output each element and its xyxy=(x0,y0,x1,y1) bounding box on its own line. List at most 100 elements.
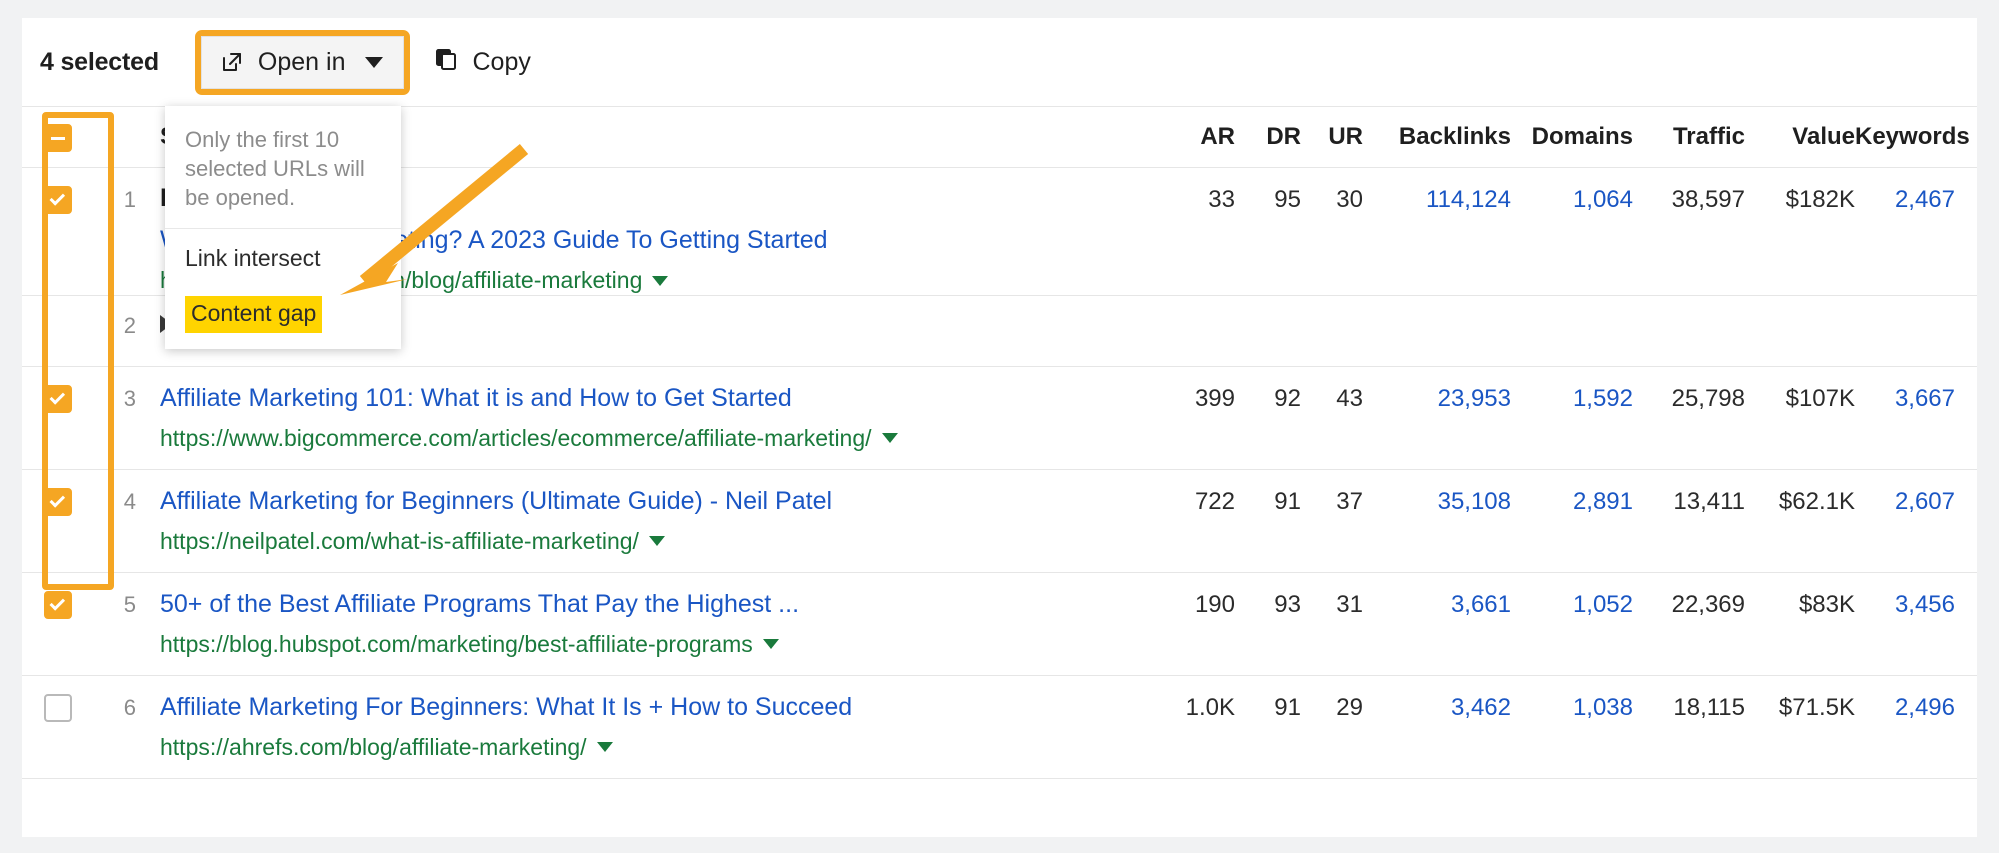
cell-backlinks[interactable]: 114,124 xyxy=(1363,184,1511,214)
header-backlinks[interactable]: Backlinks xyxy=(1363,123,1511,151)
url-dropdown-caret-icon[interactable] xyxy=(652,275,669,286)
result-url-text: https://ahrefs.com/blog/affiliate-market… xyxy=(160,733,587,760)
copy-button[interactable]: Copy xyxy=(428,37,536,88)
cell-keywords[interactable]: 2,467 xyxy=(1855,184,1977,214)
row-content: 50+ of the Best Affiliate Programs That … xyxy=(136,589,1161,659)
open-in-button[interactable]: Open in xyxy=(200,35,405,89)
cell-ur: 29 xyxy=(1336,693,1363,721)
cell-value: $62.1K xyxy=(1778,487,1855,515)
cell-domains[interactable]: 1,038 xyxy=(1511,692,1633,722)
result-title-link[interactable]: Affiliate Marketing For Beginners: What … xyxy=(160,693,852,721)
check-icon xyxy=(49,388,66,405)
cell-ur: 43 xyxy=(1336,384,1363,412)
url-dropdown-caret-icon[interactable] xyxy=(648,536,665,547)
cell-ar xyxy=(1161,310,1235,312)
cell-keywords xyxy=(1855,310,1977,312)
menu-item-link-intersect[interactable]: Link intersect xyxy=(165,229,401,280)
row-checkbox[interactable] xyxy=(44,693,72,722)
cell-keywords[interactable]: 3,667 xyxy=(1855,383,1977,413)
header-ar[interactable]: AR xyxy=(1161,123,1235,151)
cell-keywords[interactable]: 2,496 xyxy=(1855,692,1977,722)
result-title-link[interactable]: Affiliate Marketing 101: What it is and … xyxy=(160,384,792,412)
header-dr[interactable]: DR xyxy=(1235,123,1301,151)
open-in-label: Open in xyxy=(257,47,346,76)
cell-backlinks[interactable]: 35,108 xyxy=(1363,486,1511,516)
cell-keywords[interactable]: 3,456 xyxy=(1855,589,1977,619)
cell-backlinks xyxy=(1363,310,1511,312)
result-url[interactable]: https://ahrefs.com/blog/affiliate-market… xyxy=(160,734,1161,762)
result-title-link[interactable]: Affiliate Marketing for Beginners (Ultim… xyxy=(160,487,832,515)
cell-value xyxy=(1745,310,1855,312)
cell-backlinks[interactable]: 3,661 xyxy=(1363,589,1511,619)
row-content: Affiliate Marketing for Beginners (Ultim… xyxy=(136,486,1161,556)
copy-icon xyxy=(434,47,458,78)
cell-ar: 190 xyxy=(1194,590,1235,618)
page-gutter-right xyxy=(1977,0,1999,853)
cell-ar: 1.0K xyxy=(1185,693,1235,721)
row-position: 4 xyxy=(123,488,136,514)
cell-dr: 91 xyxy=(1274,487,1301,515)
check-icon xyxy=(49,491,66,508)
cell-dr: 93 xyxy=(1274,590,1301,618)
check-icon xyxy=(49,190,66,206)
row-position: 6 xyxy=(123,694,136,720)
menu-item-content-gap[interactable]: Content gap xyxy=(165,280,401,347)
bulk-actions-toolbar: 4 selected Open in Copy xyxy=(22,18,1977,106)
cell-traffic: 13,411 xyxy=(1673,487,1745,515)
row-select-cell xyxy=(22,310,94,312)
row-checkbox[interactable] xyxy=(44,590,72,619)
table-row: 6 Affiliate Marketing For Beginners: Wha… xyxy=(22,676,1977,779)
header-traffic[interactable]: Traffic xyxy=(1633,123,1745,151)
row-checkbox[interactable] xyxy=(44,384,72,413)
screenshot-root: 4 selected Open in Copy AR DR UR Backlin… xyxy=(0,0,1999,853)
result-title-link[interactable]: 50+ of the Best Affiliate Programs That … xyxy=(160,590,799,618)
chevron-down-icon xyxy=(365,56,384,68)
cell-traffic: 38,597 xyxy=(1671,186,1745,213)
result-url[interactable]: https://www.bigcommerce.com/articles/eco… xyxy=(160,425,1161,453)
row-select-cell xyxy=(22,486,94,516)
row-select-cell xyxy=(22,692,94,722)
select-all-checkbox[interactable] xyxy=(44,124,72,152)
serp-overview-panel: 4 selected Open in Copy AR DR UR Backlin… xyxy=(22,18,1977,837)
cell-traffic: 22,369 xyxy=(1671,590,1745,618)
header-ur[interactable]: UR xyxy=(1301,123,1363,151)
result-url-text: https://neilpatel.com/what-is-affiliate-… xyxy=(160,527,639,554)
row-checkbox[interactable] xyxy=(44,487,72,516)
page-gutter-left xyxy=(0,0,22,853)
cell-traffic xyxy=(1633,310,1745,312)
cell-ar: 33 xyxy=(1208,186,1235,213)
cell-domains[interactable]: 1,064 xyxy=(1511,184,1633,214)
header-domains[interactable]: Domains xyxy=(1511,123,1633,151)
result-url[interactable]: https://neilpatel.com/what-is-affiliate-… xyxy=(160,528,1161,556)
cell-domains[interactable]: 2,891 xyxy=(1511,486,1633,516)
cell-backlinks[interactable]: 23,953 xyxy=(1363,383,1511,413)
cell-value: $83K xyxy=(1798,590,1855,618)
cell-domains xyxy=(1511,310,1633,312)
cell-ur xyxy=(1301,310,1363,312)
table-row: 4 Affiliate Marketing for Beginners (Ult… xyxy=(22,470,1977,573)
cell-backlinks[interactable]: 3,462 xyxy=(1363,692,1511,722)
open-in-highlight-box: Open in xyxy=(194,29,411,95)
cell-ur: 31 xyxy=(1336,590,1363,618)
row-select-cell xyxy=(22,589,94,619)
cell-traffic: 25,798 xyxy=(1671,384,1745,412)
url-dropdown-caret-icon[interactable] xyxy=(596,742,613,753)
cell-value: $107K xyxy=(1785,384,1855,412)
row-select-cell xyxy=(22,383,94,413)
cell-ur: 37 xyxy=(1336,487,1363,515)
header-keywords[interactable]: Keywords xyxy=(1855,123,1977,151)
cell-value: $182K xyxy=(1785,186,1855,213)
header-value[interactable]: Value xyxy=(1745,123,1855,151)
cell-keywords[interactable]: 2,607 xyxy=(1855,486,1977,516)
open-in-dropdown-menu: Only the first 10 selected URLs will be … xyxy=(165,106,401,350)
url-dropdown-caret-icon[interactable] xyxy=(762,639,779,650)
cell-domains[interactable]: 1,592 xyxy=(1511,383,1633,413)
row-position: 3 xyxy=(123,385,136,411)
url-dropdown-caret-icon[interactable] xyxy=(881,433,898,444)
external-link-icon xyxy=(220,50,244,74)
row-position: 2 xyxy=(123,312,136,338)
row-checkbox[interactable] xyxy=(44,186,72,214)
row-content: Affiliate Marketing 101: What it is and … xyxy=(136,383,1161,453)
cell-domains[interactable]: 1,052 xyxy=(1511,589,1633,619)
result-url[interactable]: https://blog.hubspot.com/marketing/best-… xyxy=(160,631,1161,659)
